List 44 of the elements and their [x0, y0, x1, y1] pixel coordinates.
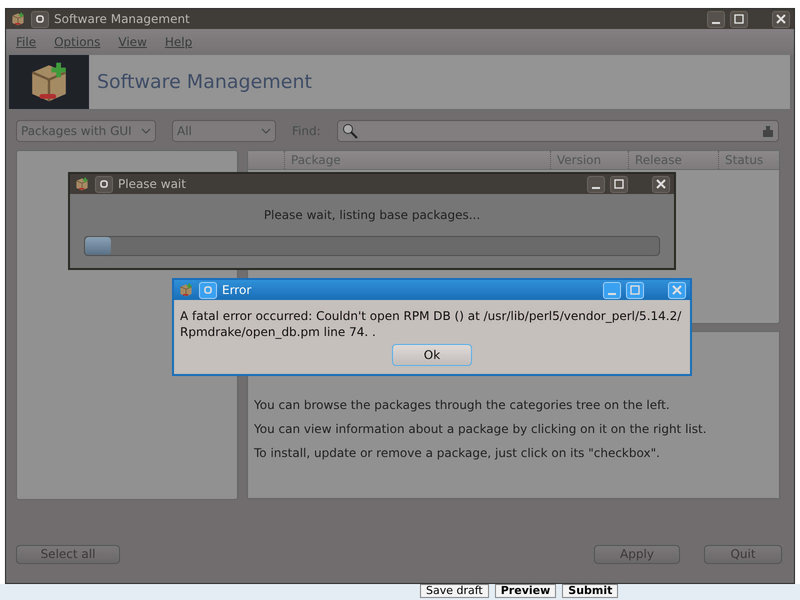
wait-message: Please wait, listing base packages... — [262, 207, 482, 224]
window-menu-button[interactable] — [31, 10, 49, 28]
dialog-title: Error — [222, 283, 252, 297]
window-menu-button[interactable] — [95, 176, 113, 192]
intro-text: To install, update or remove a package, just click on its "checkbox". — [254, 446, 661, 460]
maximize-button[interactable] — [610, 176, 628, 192]
menu-item[interactable]: Options — [54, 35, 100, 49]
maximize-button[interactable] — [730, 10, 748, 28]
dialog-title: Please wait — [118, 177, 187, 191]
maximize-icon — [614, 179, 624, 189]
maximize-icon — [734, 14, 744, 24]
app-icon — [74, 176, 90, 192]
error-message: A fatal error occurred: Couldn't open RPM DB () at /usr/lib/perl5/vendor_perl/5.14.2/ Rpmdrake/open_db.pm line 74. . — [179, 308, 682, 341]
window-title: Software Management — [54, 12, 191, 26]
banner-title: Software Management — [97, 71, 312, 93]
close-button[interactable] — [652, 176, 670, 192]
search-field[interactable] — [336, 120, 779, 142]
page-button[interactable]: Save draft — [420, 584, 489, 598]
minimize-icon — [712, 22, 720, 24]
minimize-icon — [592, 187, 600, 189]
window-menu-icon — [99, 179, 109, 189]
minimize-icon — [608, 293, 616, 295]
close-icon — [672, 285, 682, 295]
close-button[interactable] — [772, 10, 790, 28]
caret-icon — [261, 128, 271, 134]
page-button[interactable]: Submit — [562, 584, 618, 598]
caret-icon — [141, 128, 151, 134]
ok-button[interactable]: Ok — [392, 344, 472, 366]
maximize-icon — [630, 285, 640, 295]
page-button[interactable]: Preview — [494, 584, 556, 598]
app-icon — [178, 282, 194, 298]
close-icon — [776, 14, 786, 24]
minimize-button[interactable] — [707, 10, 725, 28]
minimize-button[interactable] — [587, 176, 605, 192]
intro-text: You can view information about a package by clicking on it on the right list. — [254, 422, 708, 436]
search-icon — [342, 123, 358, 139]
menu-item[interactable]: Help — [164, 35, 192, 49]
menu-item[interactable]: File — [16, 35, 36, 49]
menu-item[interactable]: View — [118, 35, 147, 49]
window-menu-icon — [203, 285, 213, 295]
intro-text: You can browse the packages through the categories tree on the left. — [254, 398, 671, 412]
app-icon — [10, 11, 26, 27]
window-menu-icon — [35, 14, 45, 24]
close-icon — [656, 179, 666, 189]
